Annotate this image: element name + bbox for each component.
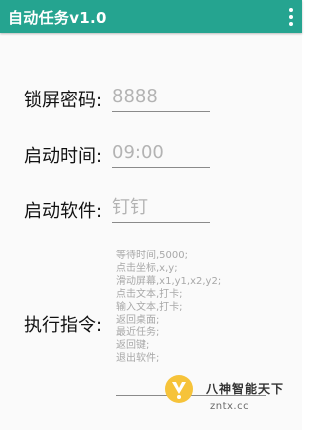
- more-vert-icon[interactable]: [282, 4, 300, 30]
- command-line: 返回桌面;: [116, 314, 160, 326]
- menu-dot: [289, 8, 293, 12]
- lock-password-field[interactable]: 8888: [112, 85, 210, 112]
- app-screen: 自动任务v1.0 锁屏密码: 8888 启动时间: 09:00 启动软件: 钉钉…: [0, 0, 302, 430]
- command-line: 点击文本,打卡;: [116, 288, 183, 300]
- app-toolbar: 自动任务v1.0: [0, 0, 302, 33]
- menu-dot: [289, 22, 293, 26]
- menu-dot: [289, 15, 293, 19]
- app-title: 自动任务v1.0: [8, 9, 107, 27]
- lock-password-label: 锁屏密码:: [24, 90, 103, 111]
- command-line: 滑动屏幕,x1,y1,x2,y2;: [116, 275, 222, 287]
- watermark-text: 八神智能天下: [206, 382, 285, 396]
- start-app-field[interactable]: 钉钉: [112, 196, 210, 223]
- commands-label: 执行指令:: [24, 315, 103, 336]
- command-line: 输入文本,打卡;: [116, 301, 183, 313]
- watermark: 八神智能天下 zntx.cc: [162, 364, 302, 414]
- command-line: 最近任务;: [116, 327, 160, 339]
- command-line: 返回键;: [116, 340, 150, 352]
- watermark-logo-icon: [165, 375, 193, 403]
- start-time-label: 启动时间:: [24, 146, 103, 167]
- command-line: 点击坐标,x,y;: [116, 262, 178, 274]
- start-app-label: 启动软件:: [24, 201, 103, 222]
- start-time-field[interactable]: 09:00: [112, 141, 210, 168]
- watermark-url: zntx.cc: [210, 401, 250, 412]
- command-line: 等待时间,5000;: [116, 250, 188, 261]
